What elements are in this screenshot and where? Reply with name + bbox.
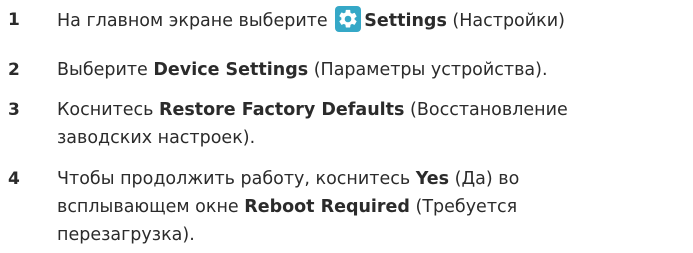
yes-label: Yes: [415, 169, 450, 189]
reboot-required-label: Reboot Required: [244, 197, 410, 217]
settings-gear-icon: [335, 6, 362, 32]
step-text-part: всплывающем окне: [57, 197, 245, 217]
restore-factory-defaults-label: Restore Factory Defaults: [159, 100, 405, 120]
step-text: Выберите Device Settings (Параметры устр…: [57, 56, 693, 84]
step-text-part: Выберите: [57, 60, 154, 80]
step-text-part: (Параметры устройства).: [308, 60, 548, 80]
step-text-part: Чтобы продолжить работу, коснитесь: [57, 169, 416, 189]
step-line: Чтобы продолжить работу, коснитесь Yes (…: [57, 165, 693, 193]
step-text: Чтобы продолжить работу, коснитесь Yes (…: [57, 165, 693, 249]
step-text-part: (Восстановление: [404, 100, 568, 120]
step-line: Коснитесь Restore Factory Defaults (Восс…: [57, 96, 693, 124]
step-number: 4: [8, 169, 20, 189]
step-text-part: (Настройки): [446, 11, 565, 31]
step-text-part: Коснитесь: [57, 100, 160, 120]
step-text: Коснитесь Restore Factory Defaults (Восс…: [57, 96, 693, 152]
step-line: заводских настроек).: [57, 128, 256, 148]
step-text-part: (Да) во: [449, 169, 520, 189]
device-settings-label: Device Settings: [153, 60, 309, 80]
step-number: 1: [8, 10, 20, 30]
settings-label: Settings: [364, 11, 447, 31]
step-number: 2: [8, 60, 20, 80]
step-line: всплывающем окне Reboot Required (Требуе…: [57, 193, 693, 221]
step-text-part: На главном экране выберите: [57, 11, 334, 31]
step-number: 3: [8, 100, 20, 120]
step-text: На главном экране выберите Settings (Нас…: [57, 6, 693, 35]
step-line: перезагрузка).: [57, 225, 195, 245]
step-text-part: (Требуется: [409, 197, 518, 217]
